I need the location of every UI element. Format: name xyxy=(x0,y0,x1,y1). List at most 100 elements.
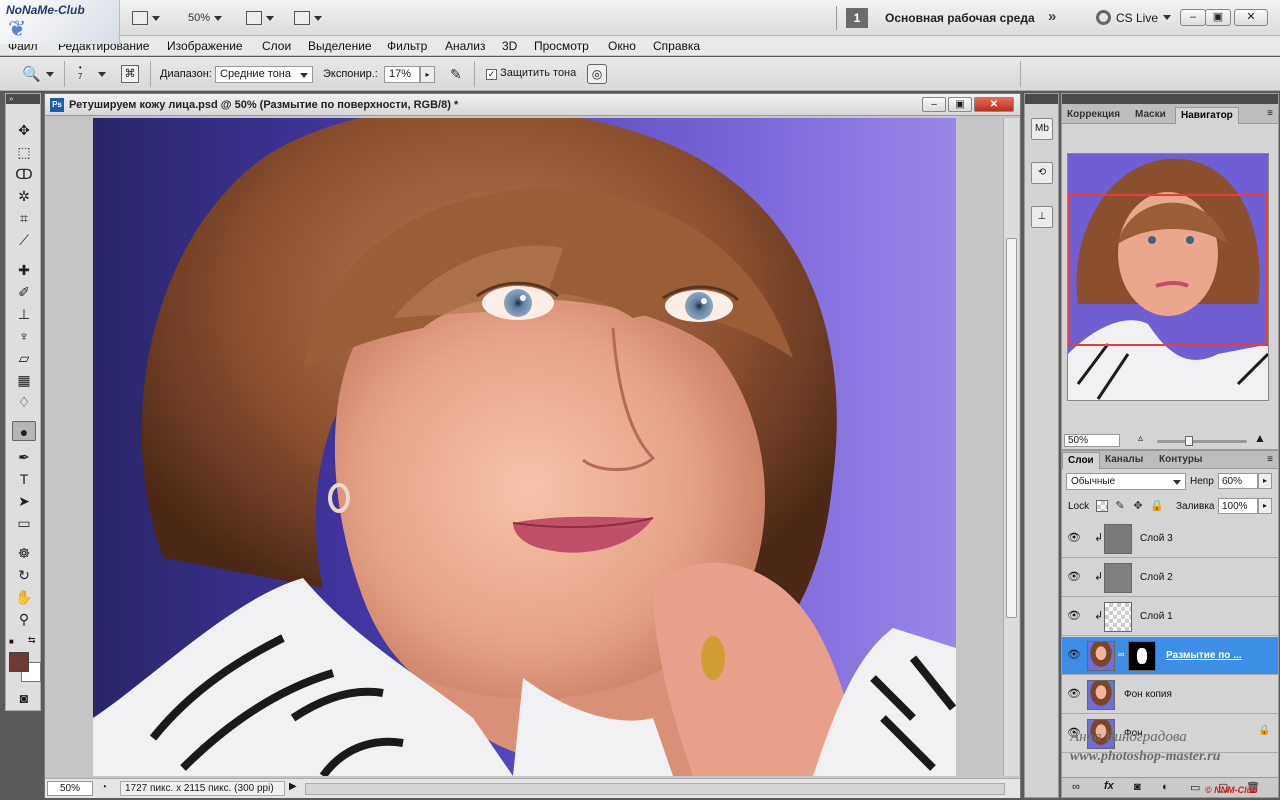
layer-name[interactable]: Слой 2 xyxy=(1140,572,1173,583)
screen-mode-toggle[interactable] xyxy=(294,9,322,27)
burn-tool-preset-icon[interactable]: 🔍 xyxy=(22,65,41,83)
menu-view[interactable]: Просмотр xyxy=(534,39,589,53)
zoom-in-icon[interactable]: ▲ xyxy=(1254,431,1266,445)
layer-name[interactable]: Слой 3 xyxy=(1140,533,1173,544)
menu-3d[interactable]: 3D xyxy=(502,39,517,53)
group-icon[interactable]: ▭ xyxy=(1190,781,1200,794)
tab-masks[interactable]: Маски xyxy=(1130,107,1171,124)
vertical-scrollbar[interactable] xyxy=(1003,118,1019,776)
opacity-slider-button[interactable]: ▸ xyxy=(1258,473,1272,489)
tablet-pressure-icon[interactable]: ◎ xyxy=(587,64,607,84)
layer-row[interactable]: 👁 ↲ Слой 3 xyxy=(1062,520,1278,558)
screen-mode-button[interactable] xyxy=(132,9,160,27)
document-zoom-input[interactable]: 50% xyxy=(47,781,93,796)
move-tool-icon[interactable]: ✥ xyxy=(12,120,36,140)
hand-tool-icon[interactable]: ✋ xyxy=(12,587,36,607)
blend-mode-dropdown[interactable]: Обычные xyxy=(1066,473,1186,490)
blur-tool-icon[interactable]: ♢ xyxy=(12,392,36,412)
lock-position-icon[interactable]: ✥ xyxy=(1132,500,1144,512)
menu-help[interactable]: Справка xyxy=(653,39,700,53)
navigator-preview[interactable] xyxy=(1067,153,1269,401)
eye-icon[interactable]: 👁 xyxy=(1066,608,1082,624)
layer-mask-thumbnail[interactable] xyxy=(1128,641,1156,671)
horizontal-scrollbar[interactable] xyxy=(305,783,1005,795)
navigator-zoom-slider[interactable] xyxy=(1157,436,1247,446)
menu-image[interactable]: Изображение xyxy=(167,39,243,53)
path-selection-tool-icon[interactable]: ➤ xyxy=(12,491,36,511)
layer-row-selected[interactable]: 👁 ∞ Размытие по ... xyxy=(1062,637,1278,675)
dodge-burn-tool-icon[interactable]: ● xyxy=(12,421,36,441)
shape-tool-icon[interactable]: ▭ xyxy=(12,513,36,533)
add-mask-icon[interactable]: ◙ xyxy=(1134,781,1141,793)
marquee-tool-icon[interactable]: ⬚ xyxy=(12,142,36,162)
clone-source-icon[interactable]: ⊥ xyxy=(1031,206,1053,228)
chevron-down-icon[interactable] xyxy=(98,72,106,77)
chevron-down-icon[interactable] xyxy=(46,72,54,77)
lock-pixels-icon[interactable]: ✎ xyxy=(1114,500,1126,512)
history-brush-tool-icon[interactable]: ♆ xyxy=(12,326,36,346)
zoom-level-dropdown[interactable]: 50% xyxy=(188,9,223,27)
eye-icon[interactable]: 👁 xyxy=(1066,686,1082,702)
menu-filter[interactable]: Фильтр xyxy=(387,39,427,53)
document-tab[interactable]: Ps Ретушируем кожу лица.psd @ 50% (Размы… xyxy=(45,94,1020,116)
gradient-tool-icon[interactable]: ▦ xyxy=(12,370,36,390)
exposure-slider-button[interactable]: ▸ xyxy=(420,66,435,83)
workspace-number-badge[interactable]: 1 xyxy=(846,8,868,28)
3d-rotate-tool-icon[interactable]: ☸ xyxy=(12,543,36,563)
tab-layers[interactable]: Слои xyxy=(1062,452,1100,469)
lasso-tool-icon[interactable]: ↀ xyxy=(12,164,36,184)
adjustment-layer-icon[interactable]: ◐ xyxy=(1162,781,1169,793)
doc-close-button[interactable]: ✕ xyxy=(974,97,1014,112)
image-canvas[interactable] xyxy=(93,118,956,776)
eraser-tool-icon[interactable]: ▱ xyxy=(12,348,36,368)
navigator-zoom-input[interactable]: 50% xyxy=(1064,434,1120,447)
quick-mask-icon[interactable]: ◙ xyxy=(12,688,36,708)
zoom-tool-icon[interactable]: ⚲ xyxy=(12,609,36,629)
maximize-button[interactable]: ▣ xyxy=(1205,9,1231,26)
default-colors-icon[interactable]: ■ xyxy=(9,637,14,646)
collapse-icon[interactable]: » xyxy=(6,94,40,104)
panel-menu-icon[interactable]: ≡ xyxy=(1267,454,1273,465)
type-tool-icon[interactable]: T xyxy=(12,469,36,489)
crop-tool-icon[interactable]: ⌗ xyxy=(12,208,36,228)
clone-stamp-tool-icon[interactable]: ⊥ xyxy=(12,304,36,324)
layer-name[interactable]: Фон копия xyxy=(1124,689,1172,700)
tab-adjustments[interactable]: Коррекция xyxy=(1062,107,1125,124)
link-layers-icon[interactable]: ∞ xyxy=(1072,781,1080,793)
brush-tool-icon[interactable]: ✐ xyxy=(12,282,36,302)
status-icon[interactable]: ◔ xyxy=(101,782,107,793)
arrange-documents-button[interactable] xyxy=(246,9,274,27)
more-workspaces-icon[interactable]: » xyxy=(1048,8,1056,25)
cs-live-button[interactable]: CS Live xyxy=(1096,10,1172,25)
3d-orbit-tool-icon[interactable]: ↻ xyxy=(12,565,36,585)
range-dropdown[interactable]: Средние тона xyxy=(215,66,313,83)
menu-window[interactable]: Окно xyxy=(608,39,636,53)
eye-icon[interactable]: 👁 xyxy=(1066,530,1082,546)
panel-menu-icon[interactable]: ≡ xyxy=(1267,108,1273,119)
foreground-color-swatch[interactable] xyxy=(9,652,29,672)
doc-restore-button[interactable]: ▣ xyxy=(948,97,972,112)
airbrush-icon[interactable]: ✎ xyxy=(450,66,462,83)
status-menu-arrow-icon[interactable]: ▶ xyxy=(289,781,297,792)
eye-icon[interactable]: 👁 xyxy=(1066,569,1082,585)
quick-select-tool-icon[interactable]: ✲ xyxy=(12,186,36,206)
brush-panel-icon[interactable]: ⌘ xyxy=(121,65,139,83)
workspace-name[interactable]: Основная рабочая среда xyxy=(885,11,1035,25)
swap-colors-icon[interactable]: ⇆ xyxy=(28,635,36,646)
layer-name[interactable]: Размытие по ... xyxy=(1166,650,1242,661)
lock-all-icon[interactable]: 🔒 xyxy=(1150,500,1164,512)
mini-bridge-icon[interactable]: Mb xyxy=(1031,118,1053,140)
doc-minimize-button[interactable]: – xyxy=(922,97,946,112)
protect-tones-checkbox[interactable]: ✓ Защитить тона xyxy=(486,67,576,80)
close-button[interactable]: ✕ xyxy=(1234,9,1268,26)
layer-style-icon[interactable]: fx xyxy=(1104,780,1114,792)
layer-row[interactable]: 👁 Фон копия xyxy=(1062,676,1278,714)
slider-knob[interactable] xyxy=(1185,436,1193,446)
fill-input[interactable]: 100% xyxy=(1218,498,1258,514)
lock-transparency-icon[interactable] xyxy=(1096,500,1108,512)
menu-select[interactable]: Выделение xyxy=(308,39,372,53)
menu-analysis[interactable]: Анализ xyxy=(445,39,486,53)
menu-layers[interactable]: Слои xyxy=(262,39,291,53)
tab-paths[interactable]: Контуры xyxy=(1154,452,1207,469)
healing-brush-tool-icon[interactable]: ✚ xyxy=(12,260,36,280)
